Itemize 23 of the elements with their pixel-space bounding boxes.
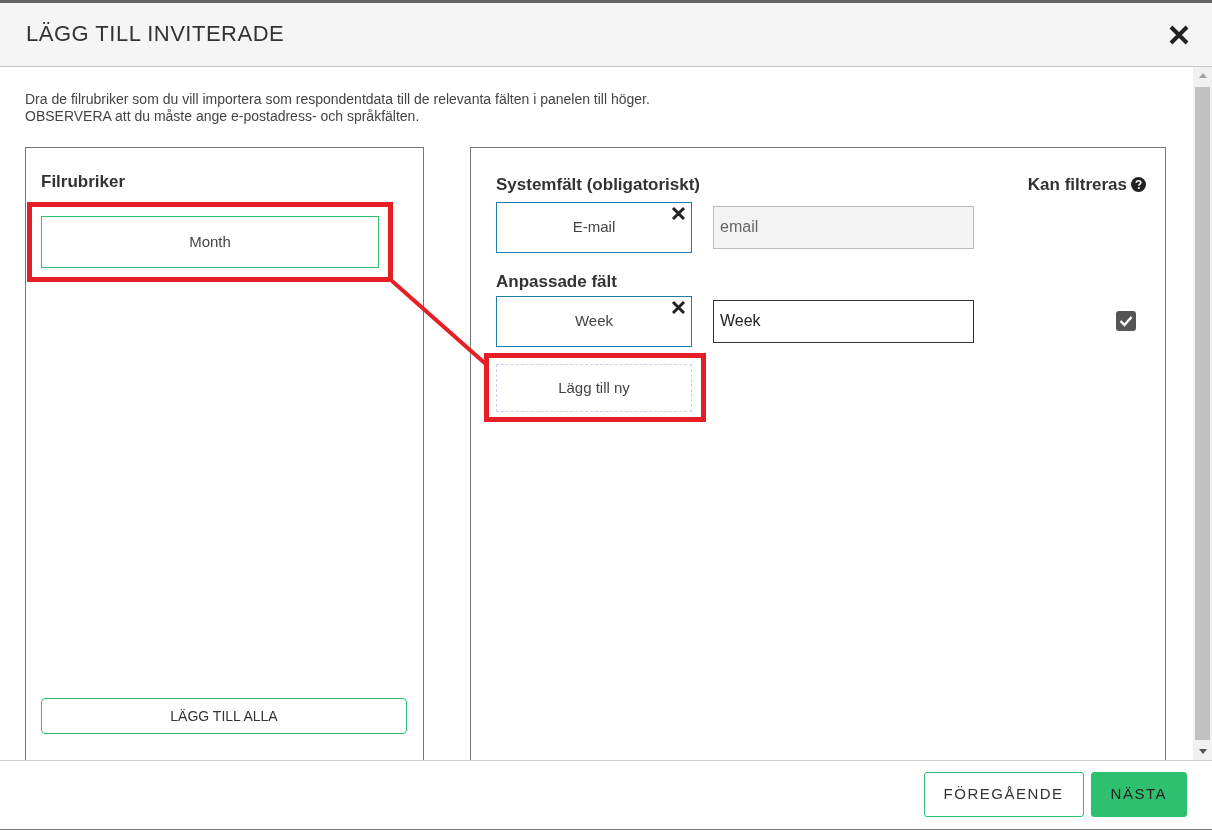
close-icon[interactable] <box>670 204 687 222</box>
previous-button[interactable]: FÖREGÅENDE <box>923 771 1084 817</box>
close-icon[interactable] <box>670 298 687 316</box>
field-name-input[interactable]: Week <box>713 299 974 343</box>
close-icon[interactable] <box>1168 23 1190 46</box>
help-icon[interactable] <box>1131 177 1146 193</box>
section-title: Anpassade fält <box>496 271 618 292</box>
next-button[interactable]: NÄSTA <box>1090 771 1187 817</box>
add-new-drop-zone[interactable]: Lägg till ny <box>496 363 692 412</box>
chip-label: E-mail <box>572 216 616 237</box>
section-title: Systemfält (obligatoriskt) <box>496 174 701 195</box>
add-all-button[interactable]: LÄGG TILL ALLA <box>41 698 407 734</box>
scroll-down-icon[interactable] <box>1198 749 1207 754</box>
scrollbar[interactable] <box>1193 67 1212 760</box>
mapped-field-chip[interactable]: Week <box>496 295 692 347</box>
dialog-title: LÄGG TILL INVITERADE <box>26 21 285 48</box>
column-title: Kan filtreras <box>1027 174 1127 196</box>
checkbox[interactable] <box>1116 311 1136 332</box>
panel-title: Filrubriker <box>41 172 127 193</box>
instruction-text: OBSERVERA att du måste ange e-postadress- och språkfälten. <box>25 108 421 125</box>
instruction-text: Dra de filrubriker som du vill importera som respondentdata till de relevanta fälten i panelen till höger. <box>25 91 651 108</box>
chip-label: Week <box>574 311 614 332</box>
file-header-item[interactable]: Month <box>41 216 379 269</box>
